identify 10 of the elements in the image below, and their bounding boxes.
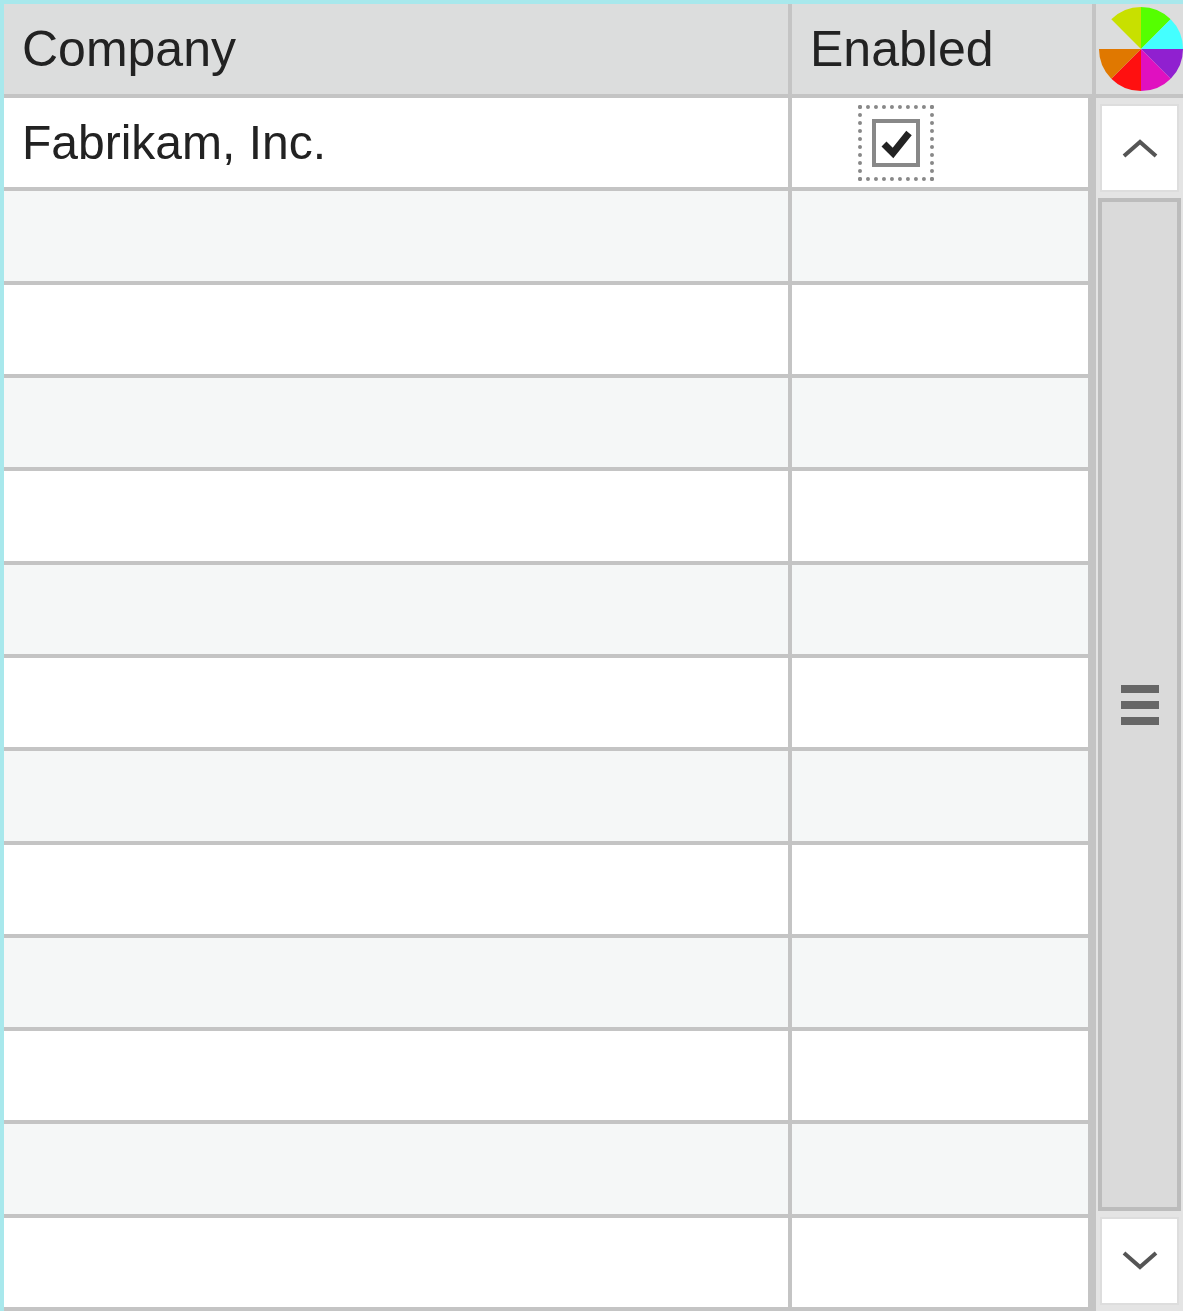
scroll-down-button[interactable] xyxy=(1100,1217,1179,1305)
table-cell: Fabrikam, Inc. xyxy=(4,98,792,188)
color-wheel-icon[interactable] xyxy=(1096,4,1183,94)
column-header[interactable]: Enabled xyxy=(792,4,1092,94)
column-header[interactable]: Company xyxy=(4,4,792,94)
scroll-thumb[interactable] xyxy=(1098,198,1181,1211)
scroll-up-button[interactable] xyxy=(1100,104,1179,192)
grip-icon xyxy=(1120,684,1159,725)
checkbox[interactable] xyxy=(858,104,934,181)
scrollbar[interactable] xyxy=(1092,98,1183,1311)
